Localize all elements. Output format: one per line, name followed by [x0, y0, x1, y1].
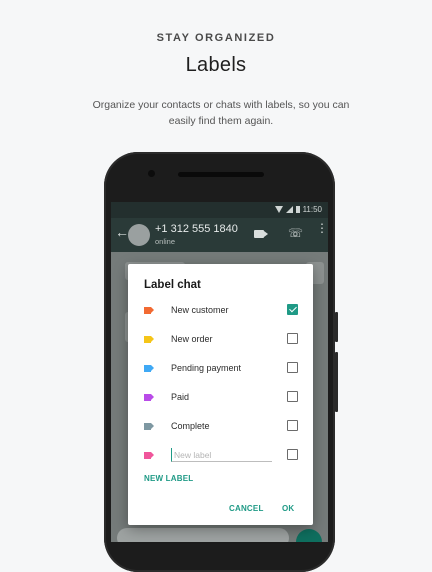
phone-call-icon[interactable]: ☏: [288, 226, 303, 240]
video-call-icon[interactable]: [254, 230, 268, 238]
label-name: Paid: [171, 392, 190, 402]
signal-icon: [285, 206, 293, 213]
tag-icon: [144, 423, 154, 430]
tag-icon: [144, 452, 154, 459]
section-title: Labels: [185, 54, 247, 76]
message-input-bar[interactable]: [117, 528, 289, 542]
battery-icon: [295, 206, 300, 213]
label-row[interactable]: Paid: [128, 388, 313, 408]
more-options-icon[interactable]: ⋮: [316, 222, 328, 234]
phone-speaker: [178, 172, 264, 177]
label-name: New order: [171, 334, 213, 344]
phone-side-button: [335, 312, 338, 342]
label-name: Complete: [171, 421, 210, 431]
chat-app-bar: ← +1 312 555 1840 online ☏ ⋮: [111, 218, 328, 252]
contact-status: online: [155, 237, 176, 246]
cancel-button[interactable]: CANCEL: [229, 504, 264, 513]
tag-icon: [144, 365, 154, 372]
section-description: Organize your contacts or chats with lab…: [92, 99, 350, 127]
status-icons: 11:50: [274, 205, 322, 214]
label-name: Pending payment: [171, 363, 242, 373]
wifi-icon: [274, 206, 283, 213]
label-row[interactable]: Pending payment: [128, 359, 313, 379]
status-time: 11:50: [302, 205, 322, 214]
label-checkbox[interactable]: [287, 391, 298, 402]
label-checkbox[interactable]: [287, 333, 298, 344]
status-bar: 11:50: [111, 202, 328, 218]
eyebrow-text: STAY ORGANIZED: [156, 32, 276, 44]
phone-camera: [148, 170, 155, 177]
label-chat-dialog: Label chat New customer New order Pendin…: [128, 264, 313, 525]
new-label-input[interactable]: [171, 448, 272, 462]
contact-name[interactable]: +1 312 555 1840: [155, 223, 238, 235]
tag-icon: [144, 307, 154, 314]
tag-icon: [144, 336, 154, 343]
label-row[interactable]: Complete: [128, 417, 313, 437]
label-row[interactable]: New customer: [128, 301, 313, 321]
new-label-button[interactable]: NEW LABEL: [144, 474, 193, 483]
dialog-title: Label chat: [144, 279, 201, 291]
label-checkbox[interactable]: [287, 304, 298, 315]
new-label-checkbox[interactable]: [287, 449, 298, 460]
back-arrow-icon[interactable]: ←: [115, 224, 129, 240]
ok-button[interactable]: OK: [282, 504, 294, 513]
label-checkbox[interactable]: [287, 362, 298, 373]
label-row[interactable]: New order: [128, 330, 313, 350]
label-checkbox[interactable]: [287, 420, 298, 431]
tag-icon: [144, 394, 154, 401]
label-name: New customer: [171, 305, 229, 315]
new-label-row: [128, 446, 313, 466]
phone-side-button: [335, 352, 338, 412]
avatar[interactable]: [128, 224, 150, 246]
